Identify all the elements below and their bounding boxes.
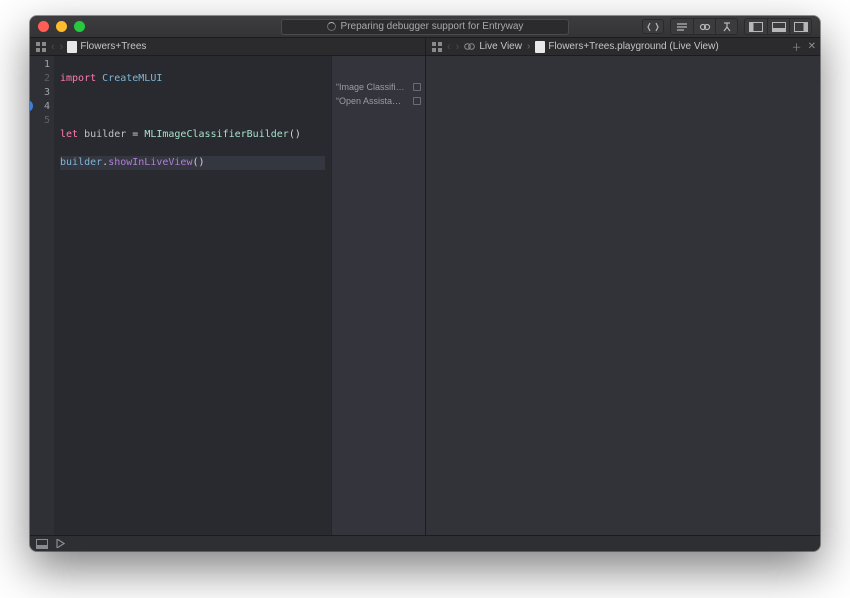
assistant-editor-button[interactable] <box>693 19 715 34</box>
line-number: 3 <box>30 86 50 100</box>
close-assistant-icon[interactable]: ✕ <box>808 41 816 52</box>
nav-forward-icon[interactable]: › <box>455 41 461 53</box>
activity-status-text: Preparing debugger support for Entryway <box>341 21 524 32</box>
editor-mode-group <box>670 18 738 35</box>
result-row[interactable]: “Open Assistant Editor… <box>332 94 425 108</box>
result-text: “Image Classifier Build… <box>336 82 406 92</box>
line-number: 4 <box>30 100 50 114</box>
breadcrumb-file[interactable]: Flowers+Trees <box>80 41 146 52</box>
quicklook-icon[interactable] <box>413 97 421 105</box>
traffic-lights <box>38 21 85 32</box>
window-close-button[interactable] <box>38 21 49 32</box>
standard-editor-button[interactable] <box>671 19 693 34</box>
related-items-icon[interactable] <box>34 40 47 53</box>
add-assistant-icon[interactable]: ＋ <box>792 39 802 54</box>
file-icon <box>535 41 545 53</box>
toolbar-right <box>642 18 812 35</box>
xcode-window: Preparing debugger support for Entryway <box>30 16 820 551</box>
spinner-icon <box>327 22 336 31</box>
content-area: 1 2 3 4 5 import CreateMLUI let builder … <box>30 56 820 535</box>
window-maximize-button[interactable] <box>74 21 85 32</box>
source-editor: 1 2 3 4 5 import CreateMLUI let builder … <box>30 56 425 535</box>
nav-back-icon[interactable]: ‹ <box>446 41 452 53</box>
jump-bar-left: ‹ › Flowers+Trees <box>30 38 425 55</box>
code-snippets-button[interactable] <box>642 19 664 34</box>
breadcrumb-separator: › <box>525 41 532 52</box>
toggle-navigator-button[interactable] <box>745 19 767 34</box>
live-view-icon <box>463 40 476 53</box>
debug-bar <box>30 535 820 551</box>
panel-visibility-group <box>744 18 812 35</box>
breadcrumb-live-view[interactable]: Live View <box>479 41 522 52</box>
line-number: 5 <box>30 114 50 128</box>
line-number: 2 <box>30 72 50 86</box>
live-view-pane <box>425 56 820 535</box>
line-number-gutter: 1 2 3 4 5 <box>30 56 54 535</box>
toggle-debug-area-icon[interactable] <box>36 539 48 549</box>
activity-status: Preparing debugger support for Entryway <box>281 19 569 35</box>
window-minimize-button[interactable] <box>56 21 67 32</box>
quicklook-icon[interactable] <box>413 83 421 91</box>
execute-playground-icon[interactable] <box>56 539 65 548</box>
result-text: “Open Assistant Editor… <box>336 96 406 106</box>
version-editor-button[interactable] <box>715 19 737 34</box>
breadcrumb-playground[interactable]: Flowers+Trees.playground (Live View) <box>548 41 718 52</box>
result-row[interactable]: “Image Classifier Build… <box>332 80 425 94</box>
titlebar: Preparing debugger support for Entryway <box>30 16 820 38</box>
nav-back-icon[interactable]: ‹ <box>50 41 56 53</box>
line-number: 1 <box>30 58 50 72</box>
results-sidebar: “Image Classifier Build… “Open Assistant… <box>331 56 425 535</box>
jump-bar: ‹ › Flowers+Trees ‹ › Live View › Flower… <box>30 38 820 56</box>
code-area[interactable]: import CreateMLUI let builder = MLImageC… <box>54 56 331 535</box>
nav-forward-icon[interactable]: › <box>59 41 65 53</box>
file-icon <box>67 41 77 53</box>
related-items-icon[interactable] <box>430 40 443 53</box>
toggle-debug-button[interactable] <box>767 19 789 34</box>
jump-bar-right: ‹ › Live View › Flowers+Trees.playground… <box>425 38 820 55</box>
toggle-utilities-button[interactable] <box>789 19 811 34</box>
